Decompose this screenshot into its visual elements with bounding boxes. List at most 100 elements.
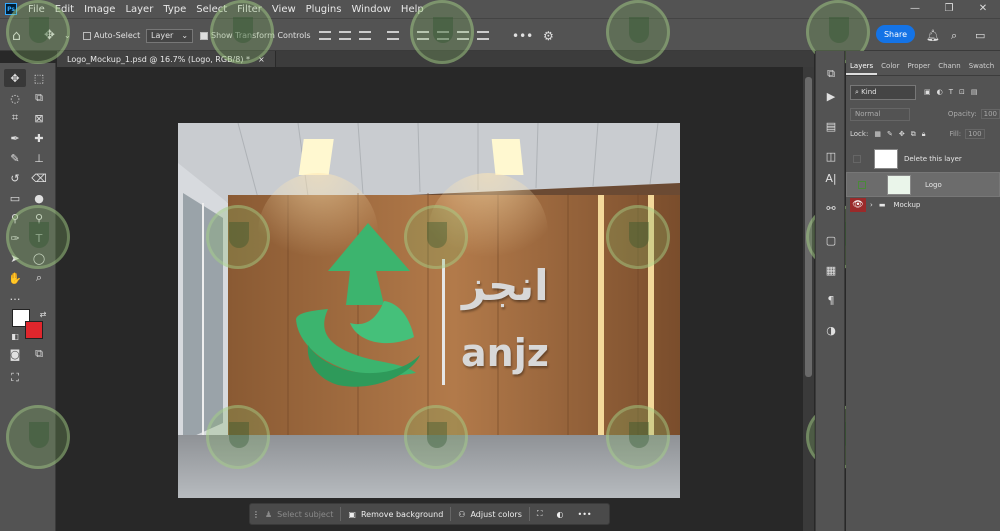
default-colors-icon[interactable]: ◧ (4, 327, 26, 345)
watermark-badge (6, 405, 70, 469)
close-icon[interactable]: ✕ (966, 0, 1000, 18)
eyedropper-icon[interactable]: ✒ (4, 129, 26, 147)
align-center-icon[interactable] (339, 31, 351, 40)
lock-transparent-icon[interactable]: ▦ (874, 130, 881, 138)
filter-kind-select[interactable]: ⌕ Kind (850, 84, 916, 100)
menu-type[interactable]: Type (158, 4, 191, 15)
select-subject-button[interactable]: ♟ Select subject (258, 503, 340, 525)
lock-image-icon[interactable]: ✎ (887, 130, 893, 138)
filter-pixel-icon[interactable]: ▣ (924, 88, 931, 96)
restore-icon[interactable]: ❐ (932, 0, 966, 18)
lock-position-icon[interactable]: ✥ (899, 130, 905, 138)
align-left-icon[interactable] (319, 31, 331, 40)
fill-input[interactable]: 100 (965, 129, 985, 139)
more-options-icon[interactable]: ••• (512, 19, 533, 52)
lasso-tool-icon[interactable]: ◌ (4, 89, 26, 107)
gradient-tool-icon[interactable]: ▭ (4, 189, 26, 207)
crop-tool-icon[interactable]: ⌗ (4, 109, 26, 127)
eraser-tool-icon[interactable]: ⌫ (28, 169, 50, 187)
search-icon[interactable]: ⌕ (951, 19, 957, 52)
filter-smart-object-icon[interactable]: ▤ (971, 88, 978, 96)
tab-color[interactable]: Color (877, 59, 903, 75)
grid-icon[interactable]: ▦ (820, 261, 842, 279)
channels-icon[interactable]: ▢ (820, 231, 842, 249)
more-tools-icon[interactable]: … (4, 287, 26, 305)
gear-icon[interactable]: ⚙ (543, 19, 554, 52)
drag-handle-icon[interactable]: ⋮ (250, 503, 260, 525)
contextual-task-bar: ⋮ ♟ Select subject ▣ Remove background ⚇… (249, 503, 610, 525)
menu-layer[interactable]: Layer (120, 4, 158, 15)
lock-artboard-icon[interactable]: ⧉ (911, 130, 916, 139)
stamp-tool-icon[interactable]: ⊥ (28, 149, 50, 167)
lock-row: Lock: ▦ ✎ ✥ ⧉ 🔒︎ Fill: 100 (846, 127, 1000, 141)
distribute-vertical-icon[interactable] (477, 31, 489, 40)
share-button[interactable]: Share (876, 25, 915, 43)
lock-all-icon[interactable]: 🔒︎ (922, 130, 926, 139)
object-select-icon[interactable]: ⧉ (28, 89, 50, 107)
frame-tool-icon[interactable]: ⊠ (28, 109, 50, 127)
paths-icon[interactable]: ⚯ (820, 199, 842, 217)
hand-tool-icon[interactable]: ✋ (4, 269, 26, 287)
remove-background-button[interactable]: ▣ Remove background (341, 503, 450, 525)
tab-layers[interactable]: Layers (846, 59, 878, 75)
tab-properties[interactable]: Proper (903, 59, 934, 75)
transform-check-icon[interactable] (200, 31, 208, 40)
window-controls: — ❐ ✕ (898, 0, 1000, 18)
target-select[interactable]: Layer ⌄ (146, 19, 194, 52)
workspace-icon[interactable]: ▭ (975, 19, 985, 52)
contrast-icon[interactable]: ◐ (549, 503, 570, 525)
visibility-toggle[interactable] (853, 154, 861, 163)
adjustments-icon[interactable]: ◑ (820, 321, 842, 339)
vertical-scrollbar[interactable] (803, 67, 814, 531)
move-tool-icon[interactable]: ✥ (4, 69, 26, 87)
blend-mode-select[interactable]: Normal (850, 107, 910, 121)
bell-icon[interactable]: 🔔︎ (926, 19, 940, 52)
adjust-colors-button[interactable]: ⚇ Adjust colors (451, 503, 529, 525)
watermark-badge (410, 0, 474, 64)
paragraph-icon[interactable]: ¶ (820, 291, 842, 309)
menu-view[interactable]: View (267, 4, 301, 15)
layer-row[interactable]: Delete this layer (846, 146, 1000, 171)
layers-panel: Layers Color Proper Chann Swatch ⌕ Kind … (846, 51, 1000, 531)
visibility-toggle[interactable] (858, 180, 866, 189)
quick-mask-icon[interactable]: ◙ (4, 345, 26, 363)
zoom-tool-icon[interactable]: ⌕ (28, 269, 50, 287)
align-right-icon[interactable] (359, 31, 371, 40)
opacity-label: Opacity: (947, 110, 977, 118)
menu-plugins[interactable]: Plugins (301, 4, 347, 15)
auto-select-checkbox[interactable]: Auto-Select (83, 19, 140, 52)
screen-mode-icon[interactable]: ⧉ (28, 345, 50, 363)
watermark-badge (404, 405, 468, 469)
watermark-badge (210, 0, 274, 64)
brush-tool-icon[interactable]: ✎ (4, 149, 26, 167)
auto-select-check-icon[interactable] (83, 31, 91, 40)
filter-adjustment-icon[interactable]: ◐ (937, 88, 943, 96)
layer-row[interactable]: 👁︎ › ▬ Mockup (846, 195, 1000, 215)
more-options-icon[interactable]: ••• (570, 503, 598, 525)
character-icon[interactable]: A| (820, 169, 842, 187)
comments-icon[interactable]: ▤ (820, 117, 842, 135)
filter-type-icon[interactable]: T (949, 88, 953, 96)
minimize-icon[interactable]: — (898, 0, 932, 18)
edit-toolbar-icon[interactable]: ⛶ (4, 369, 26, 387)
chevron-right-icon[interactable]: › (870, 201, 873, 209)
eye-icon[interactable]: 👁︎ (850, 198, 866, 212)
background-color-swatch[interactable] (25, 321, 43, 339)
opacity-input[interactable]: 100 (980, 109, 1000, 119)
menu-image[interactable]: Image (79, 4, 120, 15)
filter-shape-icon[interactable]: ⊡ (959, 88, 965, 96)
layer-name: Logo (925, 180, 942, 189)
menu-window[interactable]: Window (346, 4, 395, 15)
play-icon[interactable]: ▶ (820, 87, 842, 105)
properties-icon[interactable]: ◫ (820, 147, 842, 165)
healing-brush-icon[interactable]: ✚ (28, 129, 50, 147)
history-brush-icon[interactable]: ↺ (4, 169, 26, 187)
history-icon[interactable]: ⧉ (820, 65, 842, 83)
tab-swatches[interactable]: Swatch (965, 59, 999, 75)
layer-row-selected[interactable]: Logo (846, 172, 1000, 197)
tab-channels[interactable]: Chann (934, 59, 965, 75)
distribute-icon[interactable] (387, 31, 399, 40)
swap-colors-icon[interactable]: ⇄ (32, 305, 54, 323)
transform-icon[interactable]: ⛶ (530, 503, 550, 525)
marquee-tool-icon[interactable]: ⬚ (28, 69, 50, 87)
